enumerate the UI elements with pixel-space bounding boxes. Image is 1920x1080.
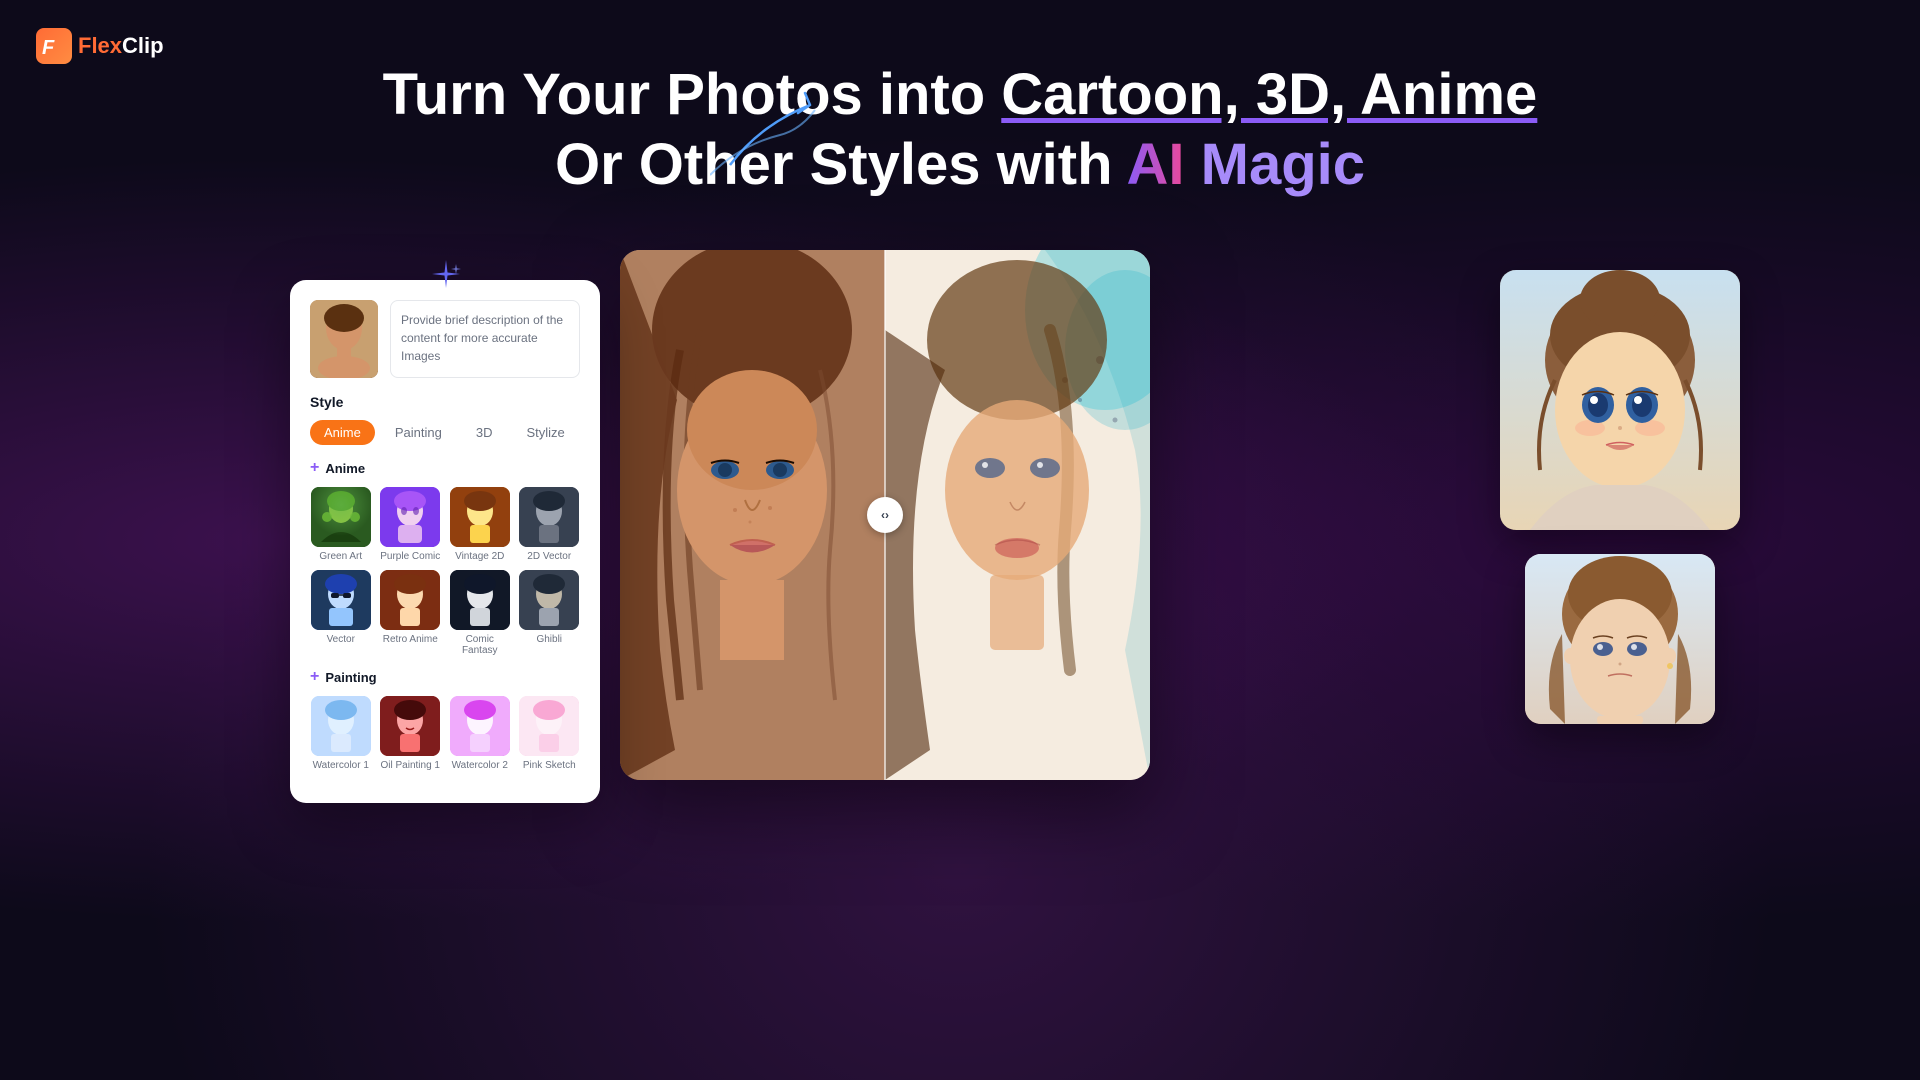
2d-vector-thumb bbox=[519, 487, 579, 547]
pink-sketch-thumb bbox=[519, 696, 579, 756]
style-item-retro-anime[interactable]: Retro Anime bbox=[380, 570, 442, 656]
panel-top: Provide brief description of the content… bbox=[310, 300, 580, 378]
style-item-watercolor1[interactable]: Watercolor 1 bbox=[310, 696, 372, 771]
uploaded-photo-thumb bbox=[310, 300, 378, 378]
purple-comic-label: Purple Comic bbox=[380, 551, 440, 562]
style-item-watercolor2[interactable]: Watercolor 2 bbox=[449, 696, 511, 771]
painting-style-grid: Watercolor 1 Oil Paintin bbox=[310, 696, 580, 771]
anime-section-label: Anime bbox=[325, 461, 365, 476]
ai-text: AI bbox=[1127, 132, 1185, 197]
style-item-ghibli[interactable]: Ghibli bbox=[519, 570, 581, 656]
green-art-label: Green Art bbox=[319, 551, 362, 562]
description-box[interactable]: Provide brief description of the content… bbox=[390, 300, 580, 378]
painting-section-label: Painting bbox=[325, 670, 376, 685]
2d-vector-label: 2D Vector bbox=[527, 551, 571, 562]
logo-icon: F bbox=[36, 28, 72, 64]
style-item-green-art[interactable]: Green Art bbox=[310, 487, 372, 562]
sparkle-icon bbox=[430, 258, 462, 297]
title-line1: Turn Your Photos into Cartoon, 3D, Anime bbox=[0, 60, 1920, 130]
green-art-thumb bbox=[311, 487, 371, 547]
ghibli-thumb bbox=[519, 570, 579, 630]
comic-fantasy-thumb bbox=[450, 570, 510, 630]
slider-control[interactable]: ‹› bbox=[867, 497, 903, 533]
vector-thumb bbox=[311, 570, 371, 630]
retro-anime-label: Retro Anime bbox=[383, 634, 438, 645]
center-comparison-image: ‹› bbox=[620, 250, 1150, 780]
tab-anime[interactable]: Anime bbox=[310, 420, 375, 445]
ghibli-label: Ghibli bbox=[536, 634, 562, 645]
logo[interactable]: F FlexClip bbox=[36, 28, 164, 64]
slider-arrows-icon: ‹› bbox=[881, 508, 889, 522]
style-item-vector[interactable]: Vector bbox=[310, 570, 372, 656]
retro-anime-thumb bbox=[380, 570, 440, 630]
painting-plus-icon: + bbox=[310, 668, 319, 686]
right-thumb-small bbox=[1525, 554, 1715, 724]
style-item-comic-fantasy[interactable]: Comic Fantasy bbox=[449, 570, 511, 656]
left-panel: Provide brief description of the content… bbox=[290, 280, 600, 803]
watercolor1-thumb bbox=[311, 696, 371, 756]
watercolor2-thumb bbox=[450, 696, 510, 756]
realistic-half bbox=[620, 250, 885, 780]
logo-text: FlexClip bbox=[78, 33, 164, 59]
description-text: Provide brief description of the content… bbox=[401, 313, 563, 363]
anime-style-grid: Green Art Purple Comic bbox=[310, 487, 580, 656]
anime-section-header: + Anime bbox=[310, 459, 580, 477]
watercolor1-label: Watercolor 1 bbox=[313, 760, 369, 771]
vector-label: Vector bbox=[327, 634, 355, 645]
blue-arrow-decoration bbox=[710, 85, 830, 190]
style-item-oil-painting1[interactable]: Oil Painting 1 bbox=[380, 696, 442, 771]
title-section: Turn Your Photos into Cartoon, 3D, Anime… bbox=[0, 0, 1920, 199]
anime-plus-icon: + bbox=[310, 459, 319, 477]
oil-painting1-thumb bbox=[380, 696, 440, 756]
vintage-2d-thumb bbox=[450, 487, 510, 547]
tab-stylize[interactable]: Stylize bbox=[512, 420, 578, 445]
underlined-styles: Cartoon, 3D, Anime bbox=[1001, 62, 1537, 127]
style-tabs: Anime Painting 3D Stylize bbox=[310, 420, 580, 445]
small-thumb-content bbox=[1525, 554, 1715, 724]
right-thumbnails bbox=[1500, 270, 1740, 724]
svg-text:F: F bbox=[42, 37, 55, 59]
style-label: Style bbox=[310, 394, 580, 410]
style-item-purple-comic[interactable]: Purple Comic bbox=[380, 487, 442, 562]
comic-fantasy-label: Comic Fantasy bbox=[449, 634, 511, 656]
right-thumb-large bbox=[1500, 270, 1740, 530]
image-split-view: ‹› bbox=[620, 250, 1150, 780]
page-content: F FlexClip Turn Your Photos into Cartoon… bbox=[0, 0, 1920, 1080]
watercolor-half bbox=[885, 250, 1150, 780]
pink-sketch-label: Pink Sketch bbox=[523, 760, 576, 771]
style-item-vintage-2d[interactable]: Vintage 2D bbox=[449, 487, 511, 562]
oil-painting1-label: Oil Painting 1 bbox=[381, 760, 440, 771]
style-item-pink-sketch[interactable]: Pink Sketch bbox=[519, 696, 581, 771]
large-thumb-content bbox=[1500, 270, 1740, 530]
purple-comic-thumb bbox=[380, 487, 440, 547]
painting-section-header: + Painting bbox=[310, 668, 580, 686]
watercolor2-label: Watercolor 2 bbox=[452, 760, 508, 771]
style-item-2d-vector[interactable]: 2D Vector bbox=[519, 487, 581, 562]
vintage-2d-label: Vintage 2D bbox=[455, 551, 504, 562]
magic-text: Magic bbox=[1201, 132, 1365, 197]
tab-painting[interactable]: Painting bbox=[381, 420, 456, 445]
tab-3d[interactable]: 3D bbox=[462, 420, 507, 445]
title-line2: Or Other Styles with AI Magic bbox=[0, 130, 1920, 200]
